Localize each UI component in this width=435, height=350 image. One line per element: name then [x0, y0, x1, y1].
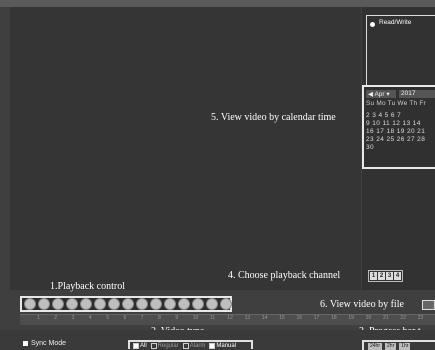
playback-control-bar [20, 296, 232, 312]
month-select[interactable]: ◀ Apr ▾ [366, 90, 396, 98]
video-type-option[interactable]: Alarm [182, 342, 206, 349]
progress-bar-scale: 24hr 2hr 1hr [362, 340, 435, 350]
playback-channel-annotation: 4. Choose playback channel [228, 270, 341, 281]
option-label: Manual [216, 342, 237, 349]
video-type-option[interactable]: Manual [209, 342, 237, 349]
option-label: Regular [157, 342, 179, 349]
channel-button[interactable]: 3 [386, 272, 393, 280]
year-select[interactable]: 2017 [399, 90, 435, 98]
rewind-icon[interactable] [66, 298, 78, 310]
playback-control-annotation: 1.Playback control [50, 281, 125, 292]
timeline-tick-label: 17 [313, 315, 320, 321]
timeline-tick-label: 20 [365, 315, 372, 321]
calendar-week-row[interactable]: 2 3 4 5 6 7 [366, 112, 401, 119]
read-write-radio[interactable] [370, 22, 375, 27]
timeline-tick-label: 9 [175, 315, 179, 321]
slow-icon[interactable] [94, 298, 106, 310]
scale-button[interactable]: 2hr [385, 342, 397, 350]
timeline-tick-label: 21 [383, 315, 389, 321]
play-icon[interactable] [24, 298, 36, 310]
timeline-tick-label: 5 [106, 315, 109, 321]
year-value: 2017 [401, 90, 416, 97]
calendar-week-row[interactable]: 30 [366, 144, 374, 151]
video-type-option[interactable]: Regular [150, 342, 179, 349]
sync-mode-label: Sync Mode [31, 340, 67, 347]
previous-icon[interactable] [108, 298, 120, 310]
timeline-tick-label: 13 [244, 315, 251, 321]
channel-selector: 1 2 3 4 [368, 270, 403, 282]
sync-mode-checkbox[interactable] [23, 341, 28, 346]
next-icon[interactable] [122, 298, 134, 310]
option-label: Alarm [189, 342, 206, 349]
sync-mode-toggle[interactable]: Sync Mode [23, 340, 66, 347]
timeline-progress-bar[interactable]: 1 2 3 4 5 6 7 8 9 10 11 12 13 14 15 16 17 18 19 20 21 22 23 [20, 314, 435, 325]
checkbox[interactable] [209, 342, 216, 349]
timeline-tick-label: 7 [140, 315, 144, 321]
step-forward-icon[interactable] [150, 298, 162, 310]
file-list-button[interactable] [422, 300, 435, 310]
video-type-filter: All Regular Alarm Manual [128, 340, 253, 349]
timeline-tick-label: 1 [37, 315, 40, 321]
timeline-tick-label: 10 [192, 315, 199, 321]
view-by-file-annotation: 6. View video by file [320, 299, 404, 310]
timeline-tick-label: 23 [417, 315, 424, 321]
checkbox[interactable] [133, 342, 139, 349]
timeline-tick-label: 11 [210, 315, 216, 321]
calendar-time-annotation: 5. View video by calendar time [211, 112, 336, 123]
timeline-tick-label: 6 [123, 315, 127, 321]
timeline-tick-label: 16 [296, 315, 303, 321]
option-label: All [140, 342, 147, 349]
fast-forward-icon[interactable] [80, 298, 92, 310]
chevron-down-icon[interactable]: ▾ [385, 91, 389, 98]
timeline-tick-label: 19 [348, 315, 354, 321]
timeline-tick-label: 12 [227, 315, 233, 321]
timeline-tick-label: 3 [71, 315, 75, 321]
checkbox[interactable] [182, 342, 189, 349]
timeline-tick-label: 8 [158, 315, 161, 321]
channel-button[interactable]: 1 [370, 272, 377, 280]
scale-button[interactable]: 1hr [399, 342, 411, 350]
fullscreen-icon[interactable] [206, 298, 218, 310]
scale-button[interactable]: 24hr [368, 342, 383, 350]
month-value: Apr [374, 91, 385, 98]
calendar-week-row[interactable]: 23 24 25 26 27 28 [366, 136, 425, 143]
snapshot-icon[interactable] [178, 298, 190, 310]
step-back-icon[interactable] [136, 298, 148, 310]
calendar: ◀ Apr ▾ 2017 Su Mo Tu We Th Fr 2 3 4 5 6… [362, 85, 435, 169]
calendar-week-row[interactable]: 16 17 18 19 20 21 [366, 128, 425, 135]
read-write-group: Read/Write [366, 15, 435, 86]
channel-button[interactable]: 2 [378, 272, 385, 280]
timeline-tick-label: 18 [331, 315, 337, 321]
sound-icon[interactable] [164, 298, 176, 310]
timeline-tick-label: 4 [88, 315, 92, 321]
calendar-header: ◀ Apr ▾ 2017 [366, 90, 435, 98]
stop-icon[interactable] [52, 298, 64, 310]
zoom-icon[interactable] [220, 298, 232, 310]
timeline-tick-label: 22 [400, 315, 406, 321]
calendar-week-row[interactable]: 9 10 11 12 13 14 [366, 120, 421, 127]
video-type-option[interactable]: All [133, 342, 147, 349]
video-playback-area[interactable] [10, 7, 361, 290]
read-write-label: Read/Write [379, 19, 412, 26]
weekday-header: Su Mo Tu We Th Fr [366, 100, 426, 107]
top-bar [0, 0, 435, 7]
channel-button[interactable]: 4 [394, 272, 401, 280]
clip-icon[interactable] [192, 298, 204, 310]
timeline-tick-label: 2 [54, 315, 58, 321]
timeline-tick-label: 14 [261, 315, 268, 321]
timeline-tick-label: 15 [279, 315, 285, 321]
pause-icon[interactable] [38, 298, 50, 310]
side-panel: Read/Write ◀ Apr ▾ 2017 Su Mo Tu We Th F… [362, 7, 435, 290]
checkbox[interactable] [150, 342, 157, 349]
